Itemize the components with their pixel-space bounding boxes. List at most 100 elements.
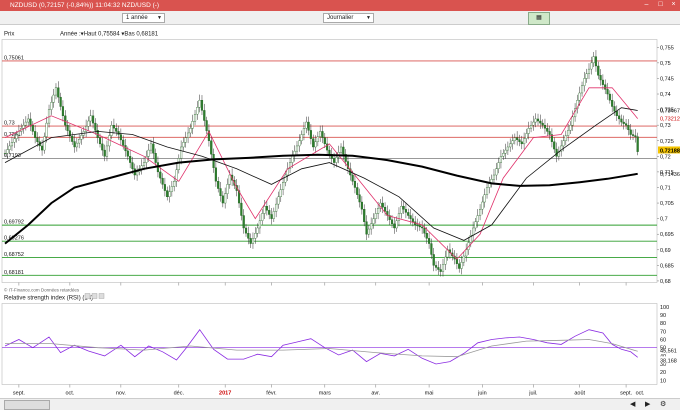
x-tick-label-12: sept. [620, 391, 632, 397]
candle-body [416, 224, 419, 227]
candle-body [64, 115, 67, 126]
candle-body [363, 209, 366, 222]
candle-body [407, 212, 410, 216]
candle-body [333, 158, 336, 163]
rsi-panel-tools[interactable] [84, 293, 105, 299]
interval-select-value: Journalier [327, 15, 354, 21]
minimize-icon[interactable]: – [642, 1, 651, 9]
x-tick-label-4: 2017 [219, 391, 231, 397]
candle-body [34, 131, 37, 138]
candle-body [553, 141, 556, 150]
candle-body [367, 228, 370, 235]
close-icon[interactable]: × [669, 1, 678, 9]
candle-body [189, 128, 192, 134]
candle-body [520, 141, 523, 145]
price-tick-label-3: 0,74 [660, 92, 671, 98]
footer-scrollbar[interactable]: ◀ ▶ ⚙ [0, 398, 680, 410]
candle-body [478, 209, 482, 216]
price-tick-label-11: 0,7 [660, 217, 668, 223]
candle-body [393, 223, 396, 229]
candle-body [205, 120, 208, 131]
candle-body [203, 110, 206, 121]
candle-body [472, 227, 475, 236]
candle-body [601, 79, 604, 85]
candle-body [606, 89, 609, 95]
candle-body [152, 143, 155, 154]
candle-body [585, 73, 588, 79]
candle-body [631, 134, 635, 136]
candle-body [611, 100, 614, 107]
candle-body [166, 190, 169, 198]
x-tick-label-1: oct. [65, 391, 74, 397]
x-tick-label-2: nov. [116, 391, 126, 397]
rsi-tick-label-4: 60 [660, 338, 666, 344]
candle-body [8, 145, 11, 150]
candle-body [455, 258, 458, 264]
candle-body [323, 137, 326, 145]
candle-body [307, 121, 310, 131]
candle-body [54, 87, 58, 96]
price-tick-label-14: 0,685 [660, 263, 674, 269]
candle-body [27, 118, 30, 123]
candle-body [425, 232, 428, 239]
candle-body [110, 124, 113, 136]
candle-body [636, 136, 639, 152]
rsi-tick-label-9: 10 [660, 378, 666, 384]
candle-body [168, 191, 171, 198]
candle-body [319, 131, 322, 137]
candle-body [523, 138, 526, 145]
candle-body [182, 142, 185, 148]
price-panel-label: Prix [4, 32, 14, 38]
candle-body [351, 174, 354, 182]
candle-body [622, 121, 625, 124]
candle-body [61, 106, 65, 117]
candle-body [142, 162, 146, 166]
candle-body [24, 121, 27, 126]
candle-body [136, 171, 139, 176]
candle-body [98, 137, 102, 145]
price-panel-info: Année :▾Haut 0,75584 ▾Bas 0,68181 [60, 32, 159, 38]
candle-body [170, 186, 173, 192]
candle-body [627, 124, 630, 131]
zoom-in-icon[interactable]: ◀ [630, 400, 635, 408]
candle-body [483, 194, 486, 203]
candle-body [400, 205, 403, 214]
candle-body [59, 96, 62, 107]
candle-body [50, 102, 53, 110]
maximize-icon[interactable]: □ [656, 1, 665, 9]
candle-body [314, 141, 317, 148]
price-tick-label-0: 0,755 [660, 45, 674, 51]
candle-body [284, 174, 287, 183]
price-tick-label-15: 0,68 [660, 279, 671, 285]
candle-body [159, 171, 162, 179]
candle-body [511, 140, 514, 145]
candle-body [272, 211, 275, 219]
candle-body [372, 218, 375, 225]
candle-body [300, 134, 303, 141]
candle-body [66, 124, 69, 131]
rsi-tick-label-1: 90 [660, 313, 666, 319]
candle-body [226, 184, 229, 194]
candle-body [418, 225, 421, 228]
interval-select[interactable]: Journalier ▼ [323, 13, 374, 23]
candle-body [242, 215, 245, 229]
candle-body [624, 123, 628, 126]
candle-body [200, 100, 204, 111]
period-select[interactable]: 1 année ▼ [122, 13, 165, 23]
price-tick-label-13: 0,69 [660, 248, 671, 254]
candle-body [13, 138, 16, 143]
candle-body [615, 110, 618, 117]
candle-body [108, 135, 111, 147]
price-tick-label-5: 0,73 [660, 123, 671, 129]
candle-body [177, 158, 180, 171]
candle-body [73, 141, 76, 148]
settings-icon[interactable]: ⚙ [660, 400, 666, 408]
candle-body [502, 153, 505, 157]
price-tick-label-2: 0,745 [660, 76, 674, 82]
level-label-1: 0,73 [4, 121, 15, 127]
candle-body [421, 226, 424, 229]
chart-area: 0,750610,730,72610,71930,697920,692760,6… [1, 32, 680, 397]
zoom-out-icon[interactable]: ▶ [645, 400, 650, 408]
candle-body [604, 84, 607, 90]
candle-body [270, 214, 273, 219]
